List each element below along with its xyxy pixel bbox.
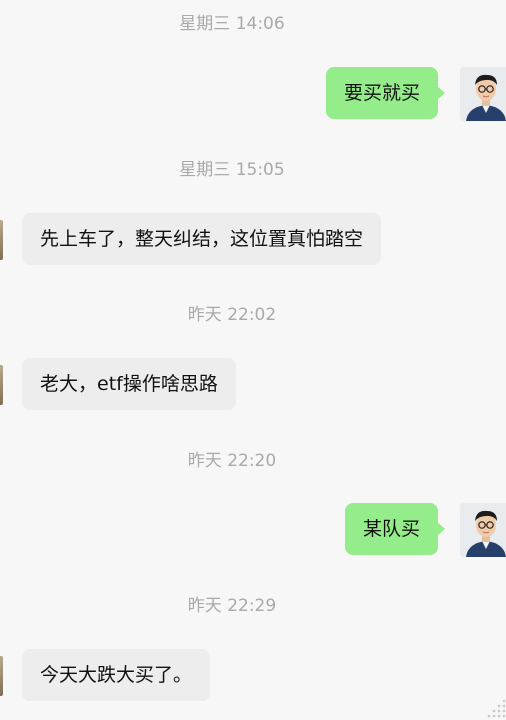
contact-avatar[interactable] (0, 656, 3, 696)
user-avatar[interactable] (460, 67, 506, 121)
received-message-bubble[interactable]: 今天大跌大买了。 (22, 649, 211, 701)
received-message-bubble[interactable]: 老大，etf操作啥思路 (22, 358, 236, 410)
timestamp: 昨天 22:20 (187, 451, 277, 471)
user-avatar[interactable] (460, 503, 506, 557)
contact-avatar[interactable] (0, 220, 3, 260)
timestamp: 昨天 22:29 (187, 596, 277, 616)
received-message-bubble[interactable]: 先上车了，整天纠结，这位置真怕踏空 (22, 213, 382, 265)
sent-message-bubble[interactable]: 某队买 (344, 503, 446, 555)
timestamp: 星期三 14:06 (179, 14, 285, 34)
sent-message-bubble[interactable]: 要买就买 (325, 67, 446, 119)
timestamp: 星期三 15:05 (179, 160, 285, 180)
scroll-corner-icon (487, 699, 506, 718)
timestamp: 昨天 22:02 (187, 305, 277, 325)
person-icon (460, 503, 506, 557)
chat-message-list[interactable]: 星期三 14:06 要买就买 星期三 15:05 先上车了，整天纠结，这位置真怕… (0, 0, 506, 720)
contact-avatar[interactable] (0, 365, 3, 405)
person-icon (460, 67, 506, 121)
